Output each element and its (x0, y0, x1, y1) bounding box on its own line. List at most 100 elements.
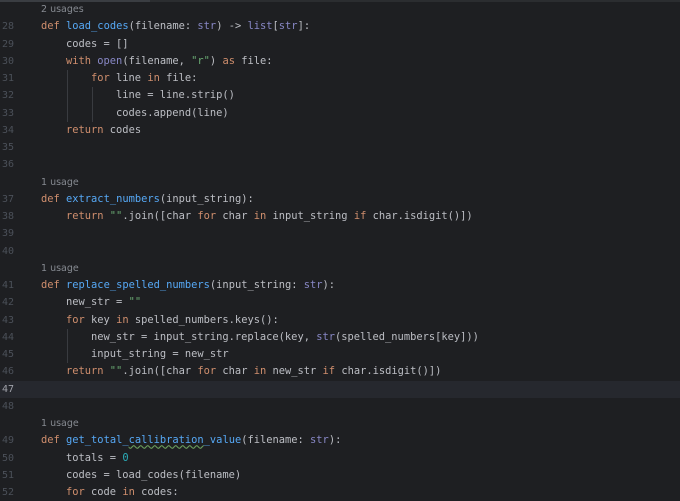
usages-hint[interactable]: 2 usages (41, 1, 84, 18)
line-number[interactable]: 50 (0, 450, 14, 467)
code-text[interactable]: def load_codes(filename: str) -> list[st… (41, 18, 310, 35)
usages-hint[interactable]: 1 usage (41, 174, 79, 191)
code-text[interactable]: return "".join([char for char in new_str… (66, 363, 441, 380)
code-text[interactable]: new_str = input_string.replace(key, str(… (91, 329, 479, 346)
code-line[interactable]: 49 def get_total_callibration_value(filen… (0, 432, 680, 449)
code-token: .join([char (122, 210, 198, 222)
line-number[interactable]: 37 (0, 191, 14, 208)
line-number[interactable]: 34 (0, 122, 14, 139)
line-number[interactable]: 41 (0, 277, 14, 294)
line-number[interactable]: 29 (0, 36, 14, 53)
code-token: def (41, 20, 67, 33)
line-number[interactable]: 31 (0, 70, 14, 87)
code-text[interactable]: codes = load_codes(filename) (66, 467, 241, 484)
code-token: list (247, 20, 273, 33)
code-line[interactable]: 29 codes = [] (0, 36, 680, 53)
code-token: "" (128, 296, 142, 309)
code-line[interactable]: 45 input_string = new_str (0, 346, 680, 364)
code-text[interactable]: def get_total_callibration_value(filenam… (41, 432, 341, 449)
code-text[interactable]: for code in codes: (66, 484, 179, 501)
code-line[interactable]: 50 totals = 0 (0, 450, 680, 467)
code-line[interactable]: 43 for key in spelled_numbers.keys(): (0, 312, 680, 329)
code-text[interactable]: for key in spelled_numbers.keys(): (66, 312, 279, 329)
code-token: line (116, 72, 148, 84)
line-number[interactable]: 52 (0, 484, 14, 501)
line-number[interactable]: 30 (0, 53, 14, 70)
code-token: ): (328, 434, 342, 447)
usages-hint-row[interactable]: 1 usage (0, 174, 680, 191)
line-number[interactable]: 40 (0, 243, 14, 260)
code-line[interactable]: 48 (0, 398, 680, 415)
code-token: for (197, 210, 223, 222)
indent-guide (67, 328, 68, 346)
code-token: for (66, 313, 92, 326)
code-text[interactable]: input_string = new_str (91, 346, 229, 363)
code-line[interactable]: 30 with open(filename, "r") as file: (0, 53, 680, 70)
line-number[interactable]: 51 (0, 467, 14, 484)
indent-guide (67, 346, 68, 364)
code-line[interactable]: 52 for code in codes: (0, 484, 680, 501)
line-number[interactable]: 36 (0, 156, 14, 173)
line-number[interactable]: 42 (0, 294, 14, 311)
code-token: ): (322, 279, 336, 291)
code-editor[interactable]: 2 usages 28 def load_codes(filename: str) … (0, 1, 680, 501)
code-token: for (197, 365, 223, 378)
line-number[interactable]: 46 (0, 363, 14, 380)
line-number[interactable]: 33 (0, 105, 14, 122)
code-line[interactable]: 31 for line in file: (0, 70, 680, 88)
code-line[interactable]: 34 return codes (0, 122, 680, 139)
code-token: def (41, 279, 67, 291)
code-text[interactable]: totals = 0 (66, 450, 129, 467)
code-text[interactable]: codes = [] (66, 36, 129, 53)
usages-hint-row[interactable]: 1 usage (0, 415, 680, 432)
code-text[interactable]: def extract_numbers(input_string): (41, 191, 254, 208)
code-token: callibration (128, 434, 204, 447)
code-line[interactable]: 44 new_str = input_string.replace(key, st… (0, 328, 680, 346)
code-token: as (222, 54, 242, 67)
code-text[interactable]: return "".join([char for char in input_s… (66, 208, 473, 225)
line-number[interactable]: 49 (0, 432, 14, 449)
code-text[interactable]: def replace_spelled_numbers(input_string… (41, 277, 335, 294)
code-line[interactable]: 28 def load_codes(filename: str) -> list[… (0, 18, 680, 35)
code-token: get_total_ (66, 434, 129, 447)
line-number[interactable]: 44 (0, 329, 14, 346)
usages-hint[interactable]: 1 usage (41, 260, 79, 277)
code-line[interactable]: 36 (0, 156, 680, 173)
code-line[interactable]: 46 return "".join([char for char in new_s… (0, 363, 680, 380)
code-line[interactable]: 37 def extract_numbers(input_string): (0, 191, 680, 208)
code-text[interactable]: for line in file: (91, 70, 197, 87)
code-line[interactable]: 33 codes.append(line) (0, 104, 680, 122)
code-text[interactable]: line = line.strip() (116, 87, 235, 104)
line-number[interactable]: 32 (0, 87, 14, 104)
line-number[interactable]: 39 (0, 225, 14, 242)
code-token: return (66, 123, 110, 136)
line-number[interactable]: 45 (0, 346, 14, 363)
line-number[interactable]: 47 (0, 381, 14, 398)
code-token: input_string = new_str (91, 348, 229, 360)
usages-hint-row[interactable]: 1 usage (0, 260, 680, 277)
code-line[interactable]: 38 return "".join([char for char in input… (0, 208, 680, 225)
usages-hint[interactable]: 1 usage (41, 415, 79, 432)
code-text[interactable]: with open(filename, "r") as file: (66, 53, 273, 70)
line-number[interactable]: 35 (0, 139, 14, 156)
usages-hint-row[interactable]: 2 usages (0, 1, 680, 18)
code-token: return (66, 210, 110, 222)
code-text[interactable]: codes.append(line) (116, 105, 229, 122)
code-line[interactable]: 35 (0, 139, 680, 156)
line-number[interactable]: 43 (0, 312, 14, 329)
code-line[interactable]: 39 (0, 225, 680, 242)
code-text[interactable]: new_str = "" (66, 294, 141, 311)
code-token: return (66, 365, 110, 378)
code-text[interactable]: return codes (66, 122, 141, 139)
code-line[interactable]: 32 line = line.strip() (0, 87, 680, 105)
code-token: str (316, 330, 335, 343)
code-line[interactable]: 42 new_str = "" (0, 294, 680, 311)
line-number[interactable]: 48 (0, 398, 14, 415)
line-number[interactable]: 28 (0, 18, 14, 35)
code-line[interactable]: 51 codes = load_codes(filename) (0, 467, 680, 484)
line-number[interactable]: 38 (0, 208, 14, 225)
code-line[interactable]: 40 (0, 243, 680, 260)
code-line[interactable]: 41 def replace_spelled_numbers(input_stri… (0, 277, 680, 294)
code-token: char.isdigit()]) (372, 210, 473, 222)
code-line[interactable]: 47 (0, 380, 680, 398)
